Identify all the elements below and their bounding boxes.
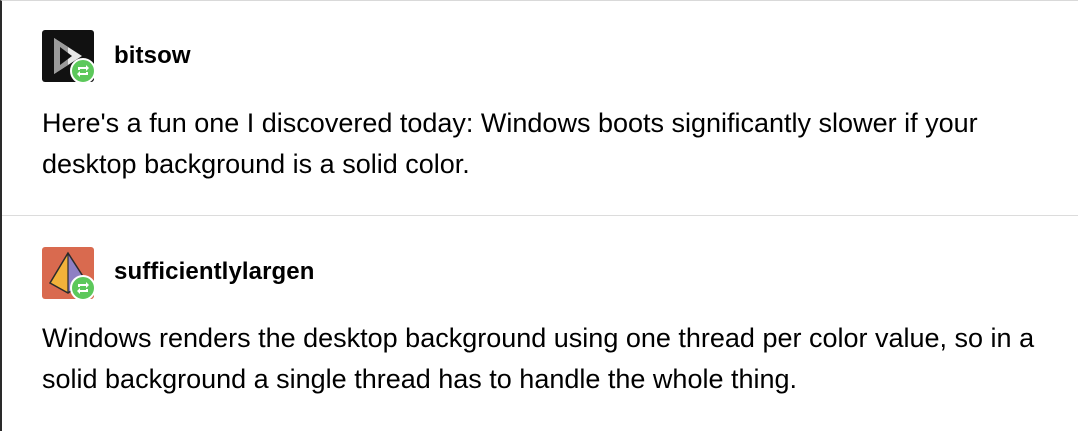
reblog-icon — [70, 58, 96, 84]
avatar[interactable] — [42, 247, 96, 301]
avatar[interactable] — [42, 30, 96, 84]
post-bitsow: bitsow Here's a fun one I discovered tod… — [2, 0, 1078, 215]
post-sufficientlylargen: sufficientlylargen Windows renders the d… — [2, 216, 1078, 432]
username[interactable]: sufficientlylargen — [114, 258, 315, 286]
username[interactable]: bitsow — [114, 42, 191, 70]
reblog-icon — [70, 275, 96, 301]
post-body: Windows renders the desktop background u… — [42, 323, 1035, 394]
post-body: Here's a fun one I discovered today: Win… — [42, 108, 978, 179]
